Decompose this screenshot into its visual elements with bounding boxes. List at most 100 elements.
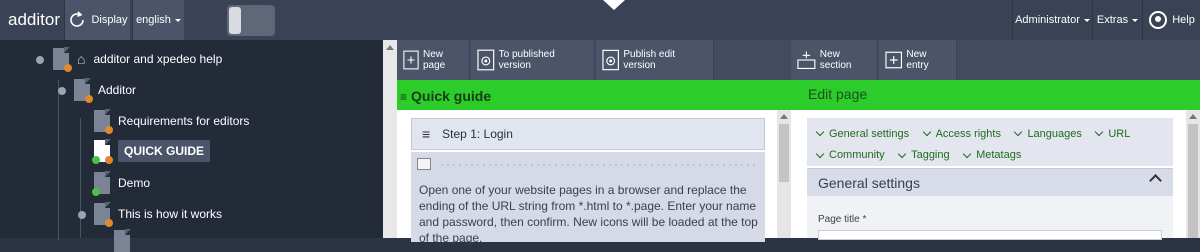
- tree-item[interactable]: This is how it works: [94, 202, 223, 227]
- document-icon: [92, 171, 111, 196]
- tree-item[interactable]: Demo: [92, 171, 151, 196]
- refresh-icon: [70, 11, 85, 27]
- tree-item[interactable]: ⌂ additor and xpedeo help: [53, 47, 223, 72]
- publish-edit-button[interactable]: Publish edit version: [596, 40, 714, 80]
- eye-document-icon: [602, 49, 619, 71]
- chevron-down-icon: [1014, 127, 1023, 137]
- document-icon: [94, 109, 113, 134]
- toggle-knob[interactable]: [229, 7, 241, 34]
- title-bar: ≡ Quick guide Edit page: [397, 80, 1200, 110]
- new-page-button[interactable]: New page: [397, 40, 470, 80]
- display-button[interactable]: Display: [64, 0, 130, 40]
- hamburger-icon: ≡: [422, 126, 431, 142]
- text-block-icon: [417, 158, 431, 170]
- page-content: ≡ Step 1: Login Open one of your website…: [397, 110, 791, 245]
- menu-icon[interactable]: ≡: [400, 90, 407, 104]
- chevron-down-icon: [1083, 18, 1090, 22]
- help-button[interactable]: Help: [1142, 0, 1200, 40]
- link-metatags[interactable]: Metatags: [962, 146, 1022, 165]
- general-settings-header[interactable]: General settings: [807, 168, 1173, 196]
- link-tagging[interactable]: Tagging: [897, 146, 950, 165]
- language-dropdown[interactable]: english: [132, 0, 184, 40]
- settings-links: General settings Access rights Languages…: [807, 118, 1173, 166]
- edit-panel: General settings Access rights Languages…: [791, 110, 1200, 240]
- eye-document-icon: [477, 49, 495, 71]
- to-published-button[interactable]: To published version: [471, 40, 595, 80]
- chevron-down-icon: [897, 149, 907, 158]
- publish-edit-label: Publish edit version: [623, 49, 676, 71]
- scroll-thumb[interactable]: [1188, 124, 1198, 238]
- mode-toggle[interactable]: [227, 5, 275, 36]
- scroll-up-icon[interactable]: [780, 114, 788, 119]
- extras-menu[interactable]: Extras: [1092, 0, 1142, 40]
- chevron-down-icon: [962, 149, 972, 158]
- tree-item[interactable]: Requirements for editors: [94, 109, 249, 134]
- link-label: General settings: [829, 127, 910, 140]
- link-community[interactable]: Community: [815, 146, 885, 165]
- top-bar: additor Display english Administrator Ex…: [0, 0, 1200, 40]
- tree-item-label: additor and xpedeo help: [93, 52, 223, 66]
- extras-label: Extras: [1096, 14, 1129, 26]
- expand-toggle[interactable]: [58, 87, 66, 95]
- scroll-thumb[interactable]: [779, 124, 789, 182]
- link-label: URL: [1108, 127, 1131, 140]
- editor-toolbar: New page To published version Publish ed…: [397, 40, 1200, 80]
- chevron-down-icon: [174, 18, 181, 22]
- to-published-label: To published version: [498, 49, 555, 71]
- administrator-label: Administrator: [1015, 14, 1080, 26]
- home-icon: ⌂: [77, 51, 86, 67]
- expand-toggle[interactable]: [36, 56, 44, 64]
- content-scrollbar[interactable]: [777, 110, 791, 238]
- language-label: english: [136, 14, 171, 26]
- scroll-up-icon[interactable]: [1189, 114, 1197, 119]
- step-body: Open one of your website pages in a brow…: [419, 183, 758, 245]
- chevron-down-icon: [1132, 18, 1139, 22]
- caret-down-icon: [603, 0, 625, 10]
- new-section-label: New section: [819, 49, 852, 71]
- drag-handle[interactable]: [439, 162, 759, 166]
- expand-toggle[interactable]: [78, 211, 86, 219]
- tree-scrollbar[interactable]: [383, 40, 397, 238]
- tree-item-selected[interactable]: QUICK GUIDE: [92, 139, 211, 164]
- tree-item-label: QUICK GUIDE: [118, 140, 211, 162]
- display-label: Display: [91, 14, 128, 26]
- new-entry-label: New entry: [906, 49, 929, 71]
- new-section-button[interactable]: New section: [791, 40, 878, 80]
- link-access-rights[interactable]: Access rights: [922, 125, 1001, 144]
- chevron-down-icon: [1095, 127, 1104, 137]
- chevron-down-icon: [922, 127, 931, 137]
- tree-item-label: Additor: [98, 83, 137, 97]
- link-label: Tagging: [911, 149, 950, 161]
- quick-guide-title: ≡ Quick guide: [400, 88, 491, 104]
- link-label: Languages: [1027, 127, 1082, 140]
- page-title-label: Page title *: [818, 214, 867, 225]
- document-icon: [94, 202, 113, 227]
- link-label: Metatags: [976, 149, 1022, 161]
- document-icon: [74, 78, 93, 103]
- tree-line: [58, 80, 59, 240]
- administrator-menu[interactable]: Administrator: [1012, 0, 1092, 40]
- link-label: Community: [829, 149, 885, 161]
- tree-item-label: This is how it works: [118, 207, 223, 221]
- chevron-down-icon: [815, 149, 825, 158]
- chevron-up-icon[interactable]: [1149, 174, 1162, 187]
- tree-item[interactable]: Additor: [74, 78, 137, 103]
- step-header[interactable]: ≡ Step 1: Login: [411, 118, 765, 150]
- link-general-settings[interactable]: General settings: [815, 125, 910, 144]
- scroll-up-icon[interactable]: [386, 45, 394, 50]
- chevron-down-icon: [815, 127, 825, 137]
- link-languages[interactable]: Languages: [1014, 125, 1082, 144]
- new-entry-icon: [885, 51, 903, 69]
- edit-page-title: Edit page: [808, 86, 868, 102]
- general-settings-title: General settings: [818, 175, 920, 191]
- tree-item-label: Demo: [118, 176, 151, 190]
- new-page-label: New page: [422, 49, 446, 71]
- document-icon: [53, 47, 72, 72]
- new-section-icon: [797, 51, 816, 70]
- new-entry-button[interactable]: New entry: [879, 40, 957, 80]
- eye-icon: [1149, 11, 1168, 29]
- link-url[interactable]: URL: [1095, 125, 1131, 144]
- edit-panel-scrollbar[interactable]: [1186, 110, 1200, 238]
- tree-line: [80, 118, 81, 238]
- page-title-input[interactable]: [818, 230, 1162, 240]
